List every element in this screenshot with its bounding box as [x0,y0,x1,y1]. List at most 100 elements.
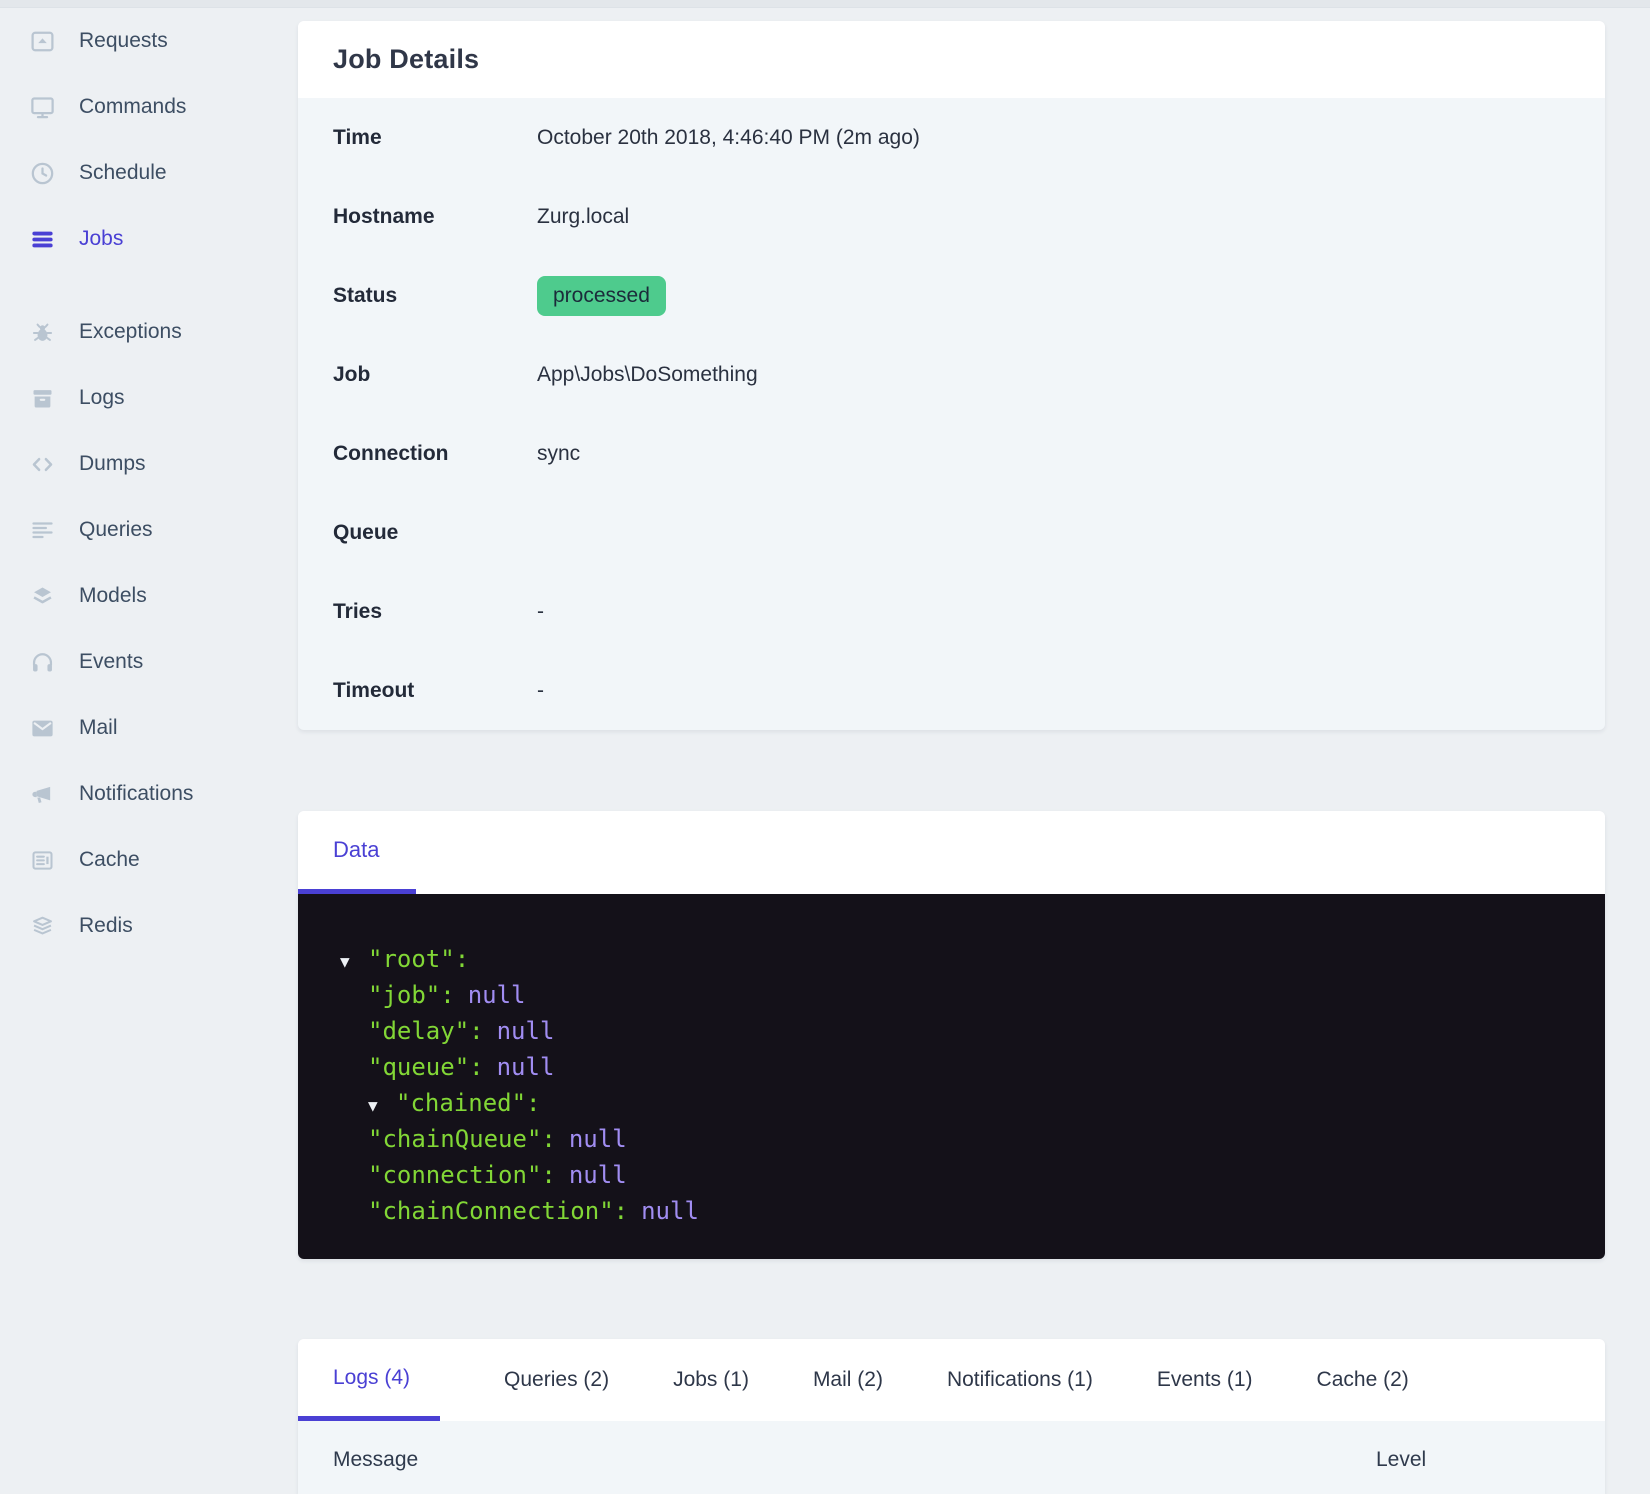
sidebar-item-label: Models [79,584,147,607]
main-content: Job Details Time October 20th 2018, 4:46:… [298,8,1605,1494]
json-value: null [568,1161,627,1189]
mail-icon [29,715,56,742]
sidebar-item-label: Cache [79,848,140,871]
tab-data[interactable]: Data [298,811,417,894]
sidebar-item-schedule[interactable]: Schedule [0,140,295,206]
tab-mail-2[interactable]: Mail (2) [813,1339,883,1421]
json-line-delay: "delay": null [298,1013,1605,1049]
json-value: null [568,1125,627,1153]
sidebar-item-cache[interactable]: Cache [0,827,295,893]
sidebar-item-events[interactable]: Events [0,629,295,695]
tab-notifications-1[interactable]: Notifications (1) [947,1339,1093,1421]
tab-label: Mail (2) [812,1368,883,1391]
sidebar-item-label: Commands [79,95,187,118]
schedule-icon [29,160,56,187]
json-line-job: "job": null [298,977,1605,1013]
detail-row-status: Status processed [298,256,1605,335]
sidebar-item-label: Redis [79,914,133,937]
json-key: "root": [368,945,470,973]
detail-row-time: Time October 20th 2018, 4:46:40 PM (2m ag… [298,98,1605,177]
detail-value: Zurg.local [537,204,630,228]
exceptions-icon [29,319,56,346]
detail-value: October 20th 2018, 4:46:40 PM (2m ago) [537,125,920,149]
commands-icon [29,94,56,121]
sidebar-item-label: Requests [79,29,168,52]
table-header-row: Message Level [298,1421,1605,1494]
sidebar-item-mail[interactable]: Mail [0,695,295,761]
tab-events-1[interactable]: Events (1) [1157,1339,1253,1421]
json-viewer: ▼ "root": "job": null "delay": null "queue": nu… [298,894,1605,1259]
tab-label: Logs (4) [333,1365,411,1389]
sidebar-item-logs[interactable]: Logs [0,365,295,431]
column-header-message: Message [333,1448,419,1471]
json-line-chainconnection: "chainConnection": null [298,1193,1605,1229]
page-title: Job Details [333,44,480,74]
tab-cache-2[interactable]: Cache (2) [1317,1339,1409,1421]
detail-row-tries: Tries - [298,572,1605,651]
detail-row-queue: Queue [298,493,1605,572]
tab-queries-2[interactable]: Queries (2) [504,1339,609,1421]
sidebar-item-jobs[interactable]: Jobs [0,206,295,272]
json-value: null [467,981,526,1009]
json-key: "connection": [368,1161,556,1189]
related-tab-bar: Logs (4) Queries (2) Jobs (1) Mail (2) Notif… [298,1339,1605,1421]
sidebar-item-label: Logs [79,386,125,409]
sidebar-item-requests[interactable]: Requests [0,8,295,74]
json-key: "queue": [368,1053,484,1081]
sidebar-item-models[interactable]: Models [0,563,295,629]
collapse-arrow-icon[interactable]: ▼ [340,944,368,980]
sidebar: Requests Commands Schedule Jobs Exceptions Lo… [0,8,295,959]
json-line-connection: "connection": null [298,1157,1605,1193]
collapse-arrow-icon[interactable]: ▼ [368,1088,396,1124]
detail-label: Queue [333,520,399,544]
detail-row-timeout: Timeout - [298,651,1605,730]
detail-row-hostname: Hostname Zurg.local [298,177,1605,256]
sidebar-item-redis[interactable]: Redis [0,893,295,959]
sidebar-item-label: Schedule [79,161,167,184]
queries-icon [29,517,56,544]
job-details-card: Job Details Time October 20th 2018, 4:46:… [298,21,1605,730]
json-key: "chainConnection": [368,1197,629,1225]
json-value: null [496,1017,555,1045]
tab-label: Cache (2) [1316,1368,1409,1391]
sidebar-item-notifications[interactable]: Notifications [0,761,295,827]
cache-icon [29,847,56,874]
detail-label: Connection [333,441,449,465]
json-key: "job": [368,981,455,1009]
redis-icon [29,913,56,940]
sidebar-item-exceptions[interactable]: Exceptions [0,299,295,365]
sidebar-item-label: Notifications [79,782,194,805]
sidebar-item-dumps[interactable]: Dumps [0,431,295,497]
top-strip [0,0,1650,8]
column-header-level: Level [1376,1448,1427,1471]
related-entries-card: Logs (4) Queries (2) Jobs (1) Mail (2) Notif… [298,1339,1605,1494]
sidebar-item-label: Jobs [79,227,124,250]
detail-value: - [537,599,544,623]
detail-row-connection: Connection sync [298,414,1605,493]
detail-label: Timeout [333,678,415,702]
tab-label: Events (1) [1156,1368,1253,1391]
sidebar-nav: Requests Commands Schedule Jobs Exceptions Lo… [0,8,295,959]
detail-label: Hostname [333,204,435,228]
job-details-body: Time October 20th 2018, 4:46:40 PM (2m ag… [298,98,1605,730]
sidebar-item-label: Queries [79,518,153,541]
page: Requests Commands Schedule Jobs Exceptions Lo… [0,0,1650,1494]
detail-label: Time [333,125,382,149]
tab-label: Notifications (1) [946,1368,1093,1391]
detail-value: - [537,678,544,702]
sidebar-item-commands[interactable]: Commands [0,74,295,140]
json-value: null [641,1197,699,1225]
json-line-chainqueue: "chainQueue": null [298,1121,1605,1157]
data-card: Data ▼ "root": "job": null "delay": null "queu… [298,811,1605,1259]
tab-label: Queries (2) [504,1368,610,1391]
detail-label: Tries [333,599,383,623]
notifications-icon [29,781,56,808]
json-value: null [496,1053,555,1081]
tab-jobs-1[interactable]: Jobs (1) [673,1339,749,1421]
tab-logs-4[interactable]: Logs (4) [298,1339,441,1421]
detail-row-job: Job App\Jobs\DoSomething [298,335,1605,414]
sidebar-item-queries[interactable]: Queries [0,497,295,563]
status-badge: processed [537,275,666,316]
sidebar-item-label: Dumps [79,452,146,475]
json-line-queue: "queue": null [298,1049,1605,1085]
